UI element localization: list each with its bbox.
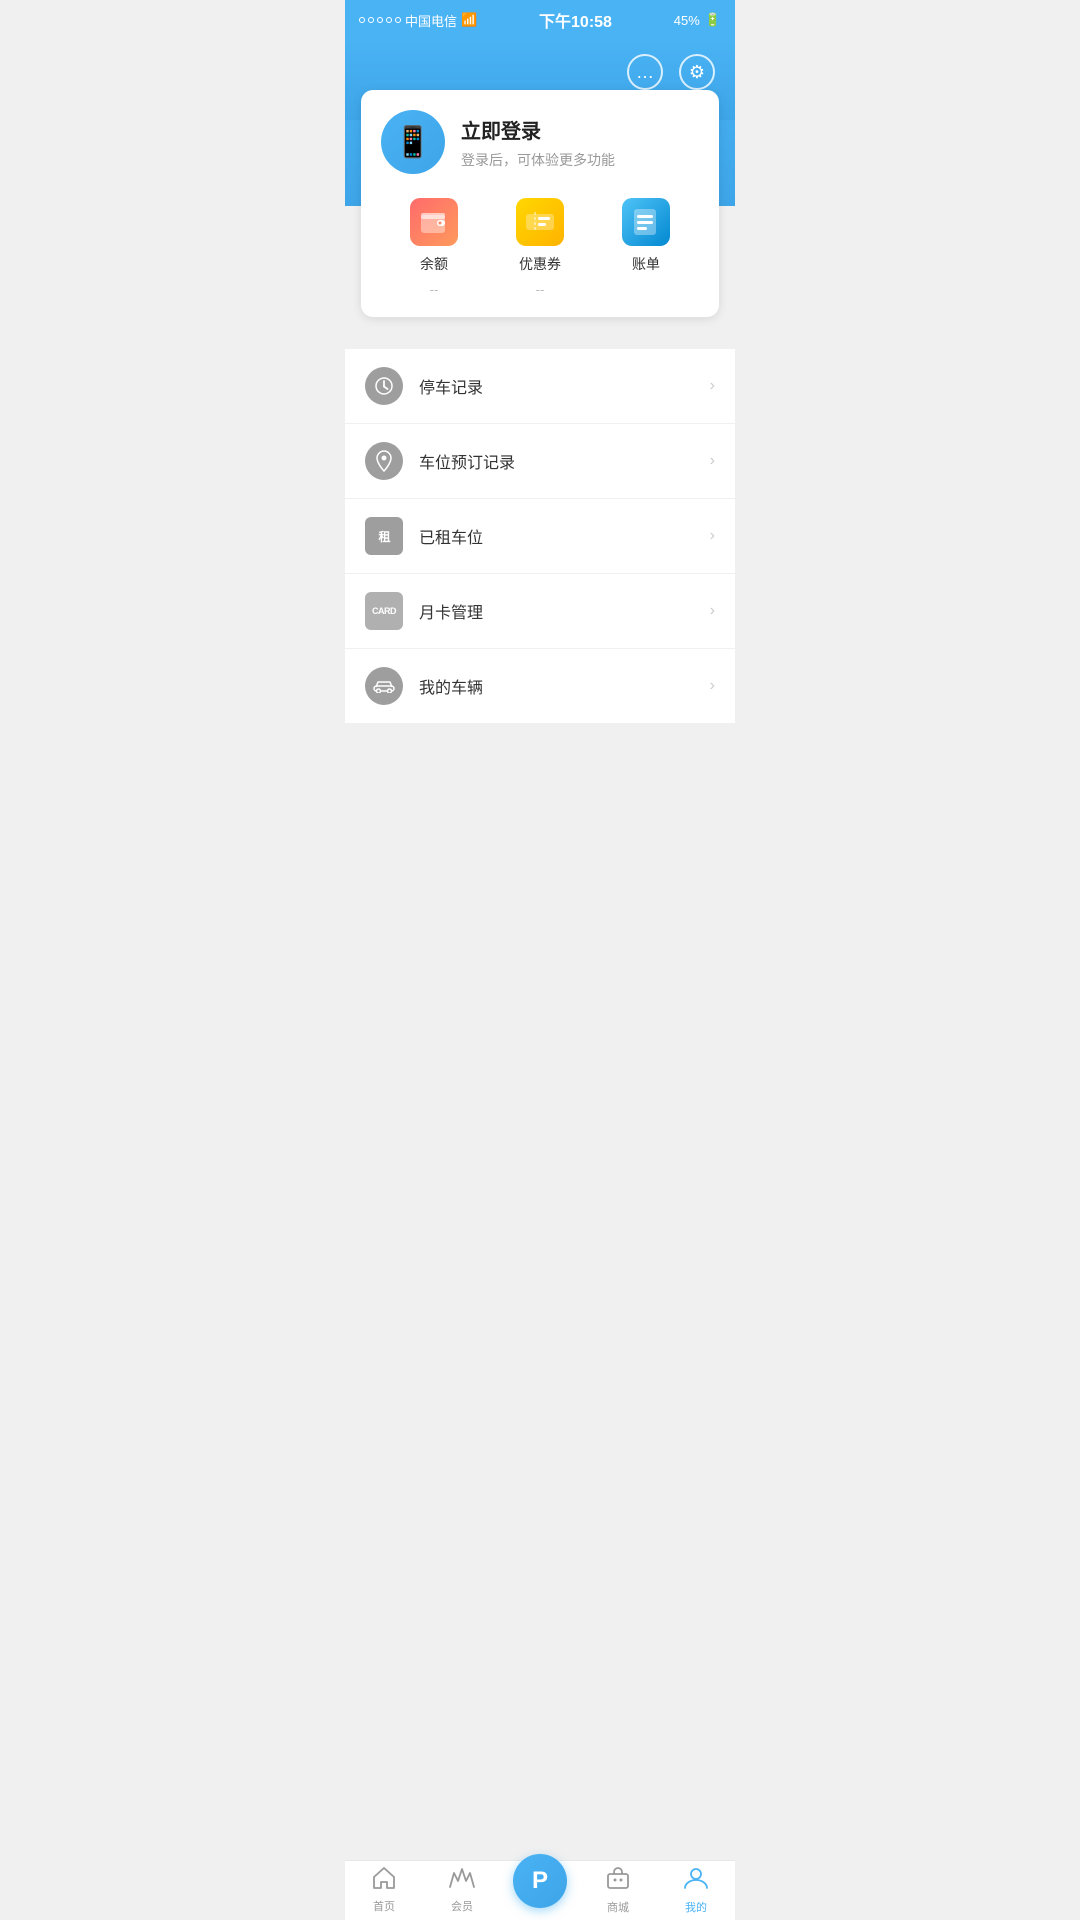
time-label: 下午10:58 — [539, 8, 612, 32]
reservation-record-icon — [365, 442, 403, 480]
avatar-icon: 📱 — [394, 125, 431, 160]
rented-spot-item[interactable]: 租 已租车位 › — [345, 499, 735, 574]
parking-record-chevron: › — [710, 377, 715, 395]
my-vehicle-icon — [365, 667, 403, 705]
chat-button[interactable]: … — [627, 54, 663, 90]
wallet-icon-wrap — [410, 198, 458, 246]
rented-spot-icon: 租 — [365, 517, 403, 555]
coupon-value: -- — [536, 282, 545, 297]
monthly-card-item[interactable]: CARD 月卡管理 › — [345, 574, 735, 649]
settings-button[interactable]: ⚙ — [679, 54, 715, 90]
reservation-record-label: 车位预订记录 — [419, 449, 710, 473]
nav-mine[interactable]: 我的 — [657, 1866, 735, 1915]
coupon-label: 优惠券 — [519, 254, 561, 274]
monthly-card-chevron: › — [710, 602, 715, 620]
profile-header[interactable]: 📱 立即登录 登录后，可体验更多功能 — [381, 110, 699, 174]
coupon-icon-wrap — [516, 198, 564, 246]
parking-record-icon — [365, 367, 403, 405]
dot4 — [386, 17, 392, 23]
bill-label: 账单 — [632, 254, 660, 274]
mine-label: 我的 — [685, 1899, 707, 1915]
reservation-record-item[interactable]: 车位预订记录 › — [345, 424, 735, 499]
carrier-label: 中国电信 — [405, 11, 457, 30]
login-title: 立即登录 — [461, 115, 615, 144]
settings-icon: ⚙ — [689, 62, 705, 83]
status-bar: 中国电信 📶 下午10:58 45% 🔋 — [345, 0, 735, 40]
my-vehicle-item[interactable]: 我的车辆 › — [345, 649, 735, 724]
parking-center-btn[interactable]: P — [513, 1854, 567, 1908]
bottom-nav: 首页 会员 P 商城 — [345, 1860, 735, 1920]
nav-home[interactable]: 首页 — [345, 1867, 423, 1914]
nav-parking-center[interactable]: P — [501, 1874, 579, 1908]
my-vehicle-chevron: › — [710, 677, 715, 695]
my-vehicle-label: 我的车辆 — [419, 674, 710, 698]
bill-icon-wrap — [622, 198, 670, 246]
home-label: 首页 — [373, 1898, 395, 1914]
signal-dots — [359, 17, 401, 23]
status-right: 45% 🔋 — [674, 12, 721, 28]
chat-icon: … — [636, 62, 654, 83]
bottom-spacer — [345, 724, 735, 804]
member-icon — [449, 1867, 475, 1895]
battery-icon: 🔋 — [705, 12, 721, 28]
bill-action[interactable]: 账单 — [593, 198, 699, 297]
home-icon — [372, 1867, 396, 1895]
reservation-record-chevron: › — [710, 452, 715, 470]
rented-spot-chevron: › — [710, 527, 715, 545]
nav-shop[interactable]: 商城 — [579, 1866, 657, 1915]
member-label: 会员 — [451, 1898, 473, 1914]
coupon-action[interactable]: 优惠券 -- — [487, 198, 593, 297]
dot3 — [377, 17, 383, 23]
monthly-card-icon: CARD — [365, 592, 403, 630]
profile-actions: 余额 -- 优惠券 -- — [381, 198, 699, 297]
shop-icon — [606, 1866, 630, 1896]
avatar: 📱 — [381, 110, 445, 174]
battery-label: 45% — [674, 13, 700, 28]
rented-spot-label: 已租车位 — [419, 524, 710, 548]
spacer-1 — [345, 317, 735, 333]
parking-record-label: 停车记录 — [419, 374, 710, 398]
parking-record-item[interactable]: 停车记录 › — [345, 349, 735, 424]
login-subtitle: 登录后，可体验更多功能 — [461, 150, 615, 170]
wallet-value: -- — [430, 282, 439, 297]
mine-icon — [683, 1866, 709, 1896]
rent-text: 租 — [378, 528, 389, 545]
wallet-label: 余额 — [420, 254, 448, 274]
card-text: CARD — [372, 606, 396, 616]
profile-card: 📱 立即登录 登录后，可体验更多功能 余额 -- — [361, 90, 719, 317]
nav-member[interactable]: 会员 — [423, 1867, 501, 1914]
monthly-card-label: 月卡管理 — [419, 599, 710, 623]
status-left: 中国电信 📶 — [359, 11, 477, 30]
menu-list: 停车记录 › 车位预订记录 › 租 已租车位 › CARD 月卡管理 › — [345, 349, 735, 724]
dot1 — [359, 17, 365, 23]
blue-header-area: … ⚙ 📱 立即登录 登录后，可体验更多功能 — [345, 40, 735, 317]
dot2 — [368, 17, 374, 23]
wallet-action[interactable]: 余额 -- — [381, 198, 487, 297]
parking-icon: P — [532, 1867, 548, 1895]
profile-text: 立即登录 登录后，可体验更多功能 — [461, 115, 615, 170]
shop-label: 商城 — [607, 1899, 629, 1915]
wifi-icon: 📶 — [461, 12, 477, 28]
dot5 — [395, 17, 401, 23]
